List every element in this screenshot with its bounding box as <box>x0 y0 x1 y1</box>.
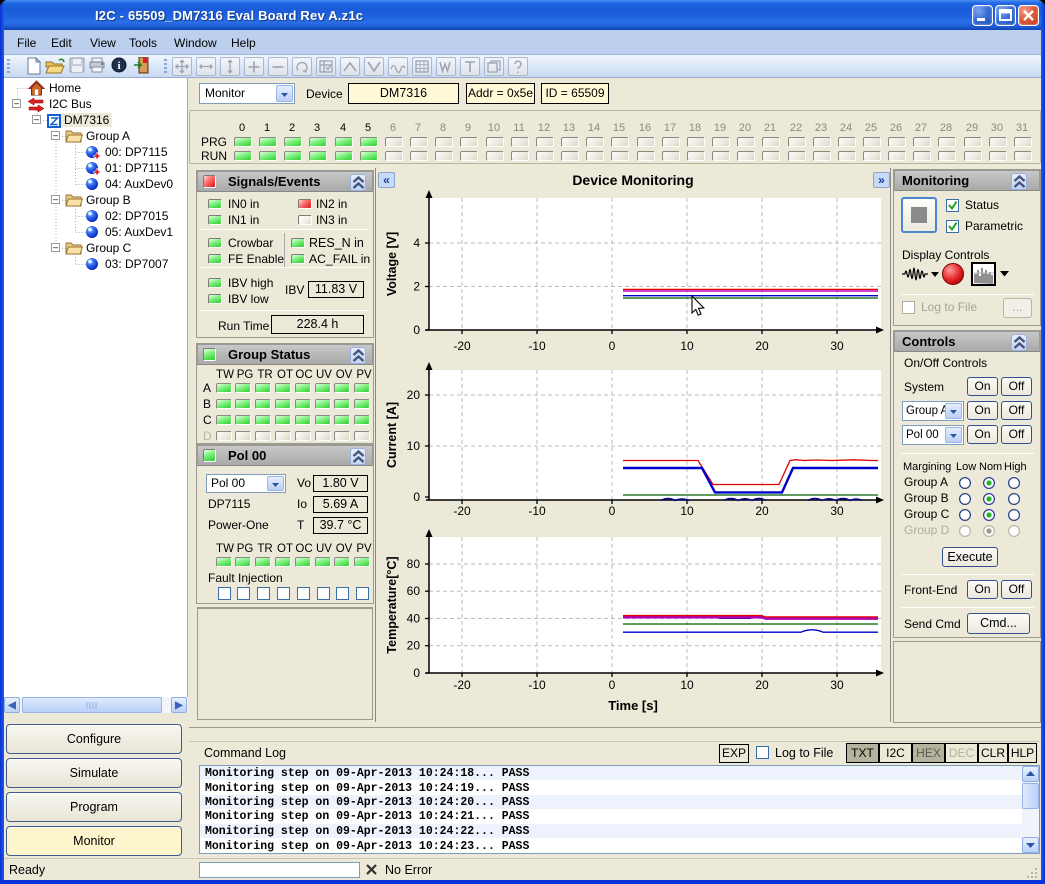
svg-text:2: 2 <box>413 280 420 294</box>
svg-text:20: 20 <box>407 639 421 653</box>
svg-text:30: 30 <box>830 339 844 353</box>
svg-text:-10: -10 <box>528 678 546 692</box>
svg-text:-10: -10 <box>528 504 546 518</box>
svg-text:-10: -10 <box>528 339 546 353</box>
svg-text:80: 80 <box>407 557 421 571</box>
svg-text:20: 20 <box>755 678 769 692</box>
svg-text:10: 10 <box>680 504 694 518</box>
svg-text:20: 20 <box>407 388 421 402</box>
svg-text:60: 60 <box>407 584 421 598</box>
svg-text:40: 40 <box>407 612 421 626</box>
svg-text:20: 20 <box>755 504 769 518</box>
svg-text:Temperature[°C]: Temperature[°C] <box>385 556 399 653</box>
svg-text:Time [s]: Time [s] <box>608 698 658 713</box>
svg-text:0: 0 <box>609 504 616 518</box>
svg-text:0: 0 <box>413 666 420 680</box>
svg-text:4: 4 <box>413 236 420 250</box>
svg-text:-20: -20 <box>453 504 471 518</box>
svg-text:10: 10 <box>680 678 694 692</box>
svg-text:Current [A]: Current [A] <box>385 402 399 468</box>
svg-text:10: 10 <box>680 339 694 353</box>
svg-text:i: i <box>117 60 120 72</box>
svg-text:Voltage [V]: Voltage [V] <box>385 232 399 296</box>
svg-text:0: 0 <box>609 678 616 692</box>
svg-text:-20: -20 <box>453 678 471 692</box>
svg-text:30: 30 <box>830 678 844 692</box>
svg-text:0: 0 <box>609 339 616 353</box>
svg-text:0: 0 <box>413 490 420 504</box>
svg-text:20: 20 <box>755 339 769 353</box>
svg-text:30: 30 <box>830 504 844 518</box>
svg-text:0: 0 <box>413 323 420 337</box>
svg-text:10: 10 <box>407 439 421 453</box>
svg-text:-20: -20 <box>453 339 471 353</box>
